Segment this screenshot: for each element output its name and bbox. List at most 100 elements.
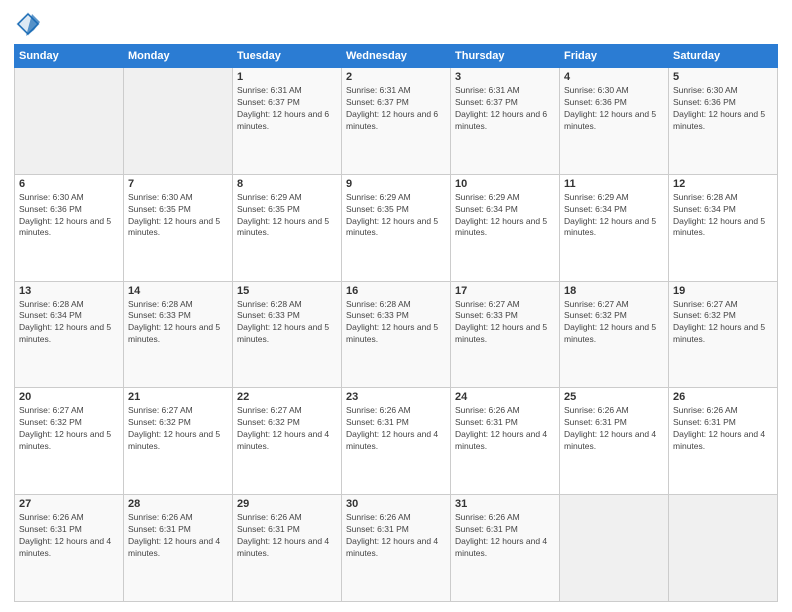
day-number: 13 <box>19 285 119 297</box>
day-number: 28 <box>128 498 228 510</box>
day-info: Sunrise: 6:31 AMSunset: 6:37 PMDaylight:… <box>455 85 555 133</box>
day-number: 26 <box>673 391 773 403</box>
day-number: 4 <box>564 71 664 83</box>
day-number: 12 <box>673 178 773 190</box>
weekday-header: Wednesday <box>342 45 451 68</box>
day-info: Sunrise: 6:29 AMSunset: 6:35 PMDaylight:… <box>237 192 337 240</box>
calendar-cell: 3 Sunrise: 6:31 AMSunset: 6:37 PMDaylight… <box>451 68 560 175</box>
calendar-cell: 15 Sunrise: 6:28 AMSunset: 6:33 PMDayligh… <box>233 281 342 388</box>
day-info: Sunrise: 6:30 AMSunset: 6:36 PMDaylight:… <box>564 85 664 133</box>
day-number: 22 <box>237 391 337 403</box>
weekday-header: Friday <box>560 45 669 68</box>
day-info: Sunrise: 6:26 AMSunset: 6:31 PMDaylight:… <box>564 405 664 453</box>
day-number: 23 <box>346 391 446 403</box>
day-number: 6 <box>19 178 119 190</box>
calendar-cell <box>124 68 233 175</box>
calendar-cell: 28 Sunrise: 6:26 AMSunset: 6:31 PMDayligh… <box>124 495 233 602</box>
calendar-cell: 8 Sunrise: 6:29 AMSunset: 6:35 PMDaylight… <box>233 174 342 281</box>
day-info: Sunrise: 6:29 AMSunset: 6:35 PMDaylight:… <box>346 192 446 240</box>
day-number: 31 <box>455 498 555 510</box>
calendar-cell: 10Sunrise: 6:29 AMSunset: 6:34 PMDayligh… <box>451 174 560 281</box>
day-number: 9 <box>346 178 446 190</box>
weekday-header-row: SundayMondayTuesdayWednesdayThursdayFrid… <box>15 45 778 68</box>
calendar-cell <box>15 68 124 175</box>
calendar-cell: 27 Sunrise: 6:26 AMSunset: 6:31 PMDayligh… <box>15 495 124 602</box>
day-info: Sunrise: 6:27 AMSunset: 6:32 PMDaylight:… <box>19 405 119 453</box>
day-number: 14 <box>128 285 228 297</box>
day-info: Sunrise: 6:28 AMSunset: 6:34 PMDaylight:… <box>673 192 773 240</box>
calendar-cell: 13Sunrise: 6:28 AMSunset: 6:34 PMDayligh… <box>15 281 124 388</box>
calendar: SundayMondayTuesdayWednesdayThursdayFrid… <box>14 44 778 602</box>
calendar-cell: 25 Sunrise: 6:26 AMSunset: 6:31 PMDayligh… <box>560 388 669 495</box>
day-info: Sunrise: 6:27 AMSunset: 6:33 PMDaylight:… <box>455 299 555 347</box>
calendar-cell: 30 Sunrise: 6:26 AMSunset: 6:31 PMDayligh… <box>342 495 451 602</box>
calendar-cell: 17 Sunrise: 6:27 AMSunset: 6:33 PMDayligh… <box>451 281 560 388</box>
day-info: Sunrise: 6:27 AMSunset: 6:32 PMDaylight:… <box>673 299 773 347</box>
calendar-cell: 1Sunrise: 6:31 AMSunset: 6:37 PMDaylight… <box>233 68 342 175</box>
calendar-cell: 7 Sunrise: 6:30 AMSunset: 6:35 PMDaylight… <box>124 174 233 281</box>
calendar-cell: 22 Sunrise: 6:27 AMSunset: 6:32 PMDayligh… <box>233 388 342 495</box>
calendar-cell: 12 Sunrise: 6:28 AMSunset: 6:34 PMDayligh… <box>669 174 778 281</box>
day-info: Sunrise: 6:31 AMSunset: 6:37 PMDaylight:… <box>237 85 337 133</box>
day-info: Sunrise: 6:30 AMSunset: 6:35 PMDaylight:… <box>128 192 228 240</box>
day-number: 29 <box>237 498 337 510</box>
day-number: 2 <box>346 71 446 83</box>
calendar-week-row: 13Sunrise: 6:28 AMSunset: 6:34 PMDayligh… <box>15 281 778 388</box>
day-number: 30 <box>346 498 446 510</box>
calendar-cell: 20 Sunrise: 6:27 AMSunset: 6:32 PMDayligh… <box>15 388 124 495</box>
day-info: Sunrise: 6:26 AMSunset: 6:31 PMDaylight:… <box>346 512 446 560</box>
calendar-cell <box>560 495 669 602</box>
day-info: Sunrise: 6:27 AMSunset: 6:32 PMDaylight:… <box>237 405 337 453</box>
day-info: Sunrise: 6:26 AMSunset: 6:31 PMDaylight:… <box>128 512 228 560</box>
calendar-cell: 26 Sunrise: 6:26 AMSunset: 6:31 PMDayligh… <box>669 388 778 495</box>
day-number: 20 <box>19 391 119 403</box>
calendar-cell: 14 Sunrise: 6:28 AMSunset: 6:33 PMDayligh… <box>124 281 233 388</box>
day-info: Sunrise: 6:26 AMSunset: 6:31 PMDaylight:… <box>455 512 555 560</box>
day-info: Sunrise: 6:31 AMSunset: 6:37 PMDaylight:… <box>346 85 446 133</box>
weekday-header: Thursday <box>451 45 560 68</box>
calendar-cell: 11 Sunrise: 6:29 AMSunset: 6:34 PMDayligh… <box>560 174 669 281</box>
calendar-week-row: 1Sunrise: 6:31 AMSunset: 6:37 PMDaylight… <box>15 68 778 175</box>
header <box>14 10 778 38</box>
day-number: 3 <box>455 71 555 83</box>
weekday-header: Tuesday <box>233 45 342 68</box>
day-number: 21 <box>128 391 228 403</box>
day-info: Sunrise: 6:28 AMSunset: 6:33 PMDaylight:… <box>237 299 337 347</box>
day-info: Sunrise: 6:30 AMSunset: 6:36 PMDaylight:… <box>19 192 119 240</box>
day-number: 11 <box>564 178 664 190</box>
weekday-header: Saturday <box>669 45 778 68</box>
day-number: 15 <box>237 285 337 297</box>
day-number: 16 <box>346 285 446 297</box>
day-number: 25 <box>564 391 664 403</box>
day-info: Sunrise: 6:26 AMSunset: 6:31 PMDaylight:… <box>673 405 773 453</box>
calendar-week-row: 27 Sunrise: 6:26 AMSunset: 6:31 PMDayligh… <box>15 495 778 602</box>
day-number: 5 <box>673 71 773 83</box>
day-info: Sunrise: 6:26 AMSunset: 6:31 PMDaylight:… <box>19 512 119 560</box>
calendar-cell: 31 Sunrise: 6:26 AMSunset: 6:31 PMDayligh… <box>451 495 560 602</box>
day-info: Sunrise: 6:26 AMSunset: 6:31 PMDaylight:… <box>346 405 446 453</box>
calendar-cell: 18Sunrise: 6:27 AMSunset: 6:32 PMDayligh… <box>560 281 669 388</box>
logo <box>14 10 46 38</box>
day-number: 8 <box>237 178 337 190</box>
calendar-cell: 6 Sunrise: 6:30 AMSunset: 6:36 PMDaylight… <box>15 174 124 281</box>
day-info: Sunrise: 6:27 AMSunset: 6:32 PMDaylight:… <box>128 405 228 453</box>
calendar-cell: 24Sunrise: 6:26 AMSunset: 6:31 PMDayligh… <box>451 388 560 495</box>
day-info: Sunrise: 6:29 AMSunset: 6:34 PMDaylight:… <box>455 192 555 240</box>
calendar-cell: 23 Sunrise: 6:26 AMSunset: 6:31 PMDayligh… <box>342 388 451 495</box>
calendar-cell: 9 Sunrise: 6:29 AMSunset: 6:35 PMDaylight… <box>342 174 451 281</box>
logo-icon <box>14 10 42 38</box>
calendar-week-row: 20 Sunrise: 6:27 AMSunset: 6:32 PMDayligh… <box>15 388 778 495</box>
calendar-cell: 5Sunrise: 6:30 AMSunset: 6:36 PMDaylight… <box>669 68 778 175</box>
calendar-cell: 21 Sunrise: 6:27 AMSunset: 6:32 PMDayligh… <box>124 388 233 495</box>
day-number: 27 <box>19 498 119 510</box>
day-info: Sunrise: 6:28 AMSunset: 6:33 PMDaylight:… <box>346 299 446 347</box>
weekday-header: Sunday <box>15 45 124 68</box>
calendar-week-row: 6 Sunrise: 6:30 AMSunset: 6:36 PMDaylight… <box>15 174 778 281</box>
day-number: 17 <box>455 285 555 297</box>
day-number: 24 <box>455 391 555 403</box>
day-info: Sunrise: 6:28 AMSunset: 6:33 PMDaylight:… <box>128 299 228 347</box>
day-number: 7 <box>128 178 228 190</box>
day-info: Sunrise: 6:29 AMSunset: 6:34 PMDaylight:… <box>564 192 664 240</box>
calendar-cell <box>669 495 778 602</box>
calendar-cell: 29Sunrise: 6:26 AMSunset: 6:31 PMDayligh… <box>233 495 342 602</box>
